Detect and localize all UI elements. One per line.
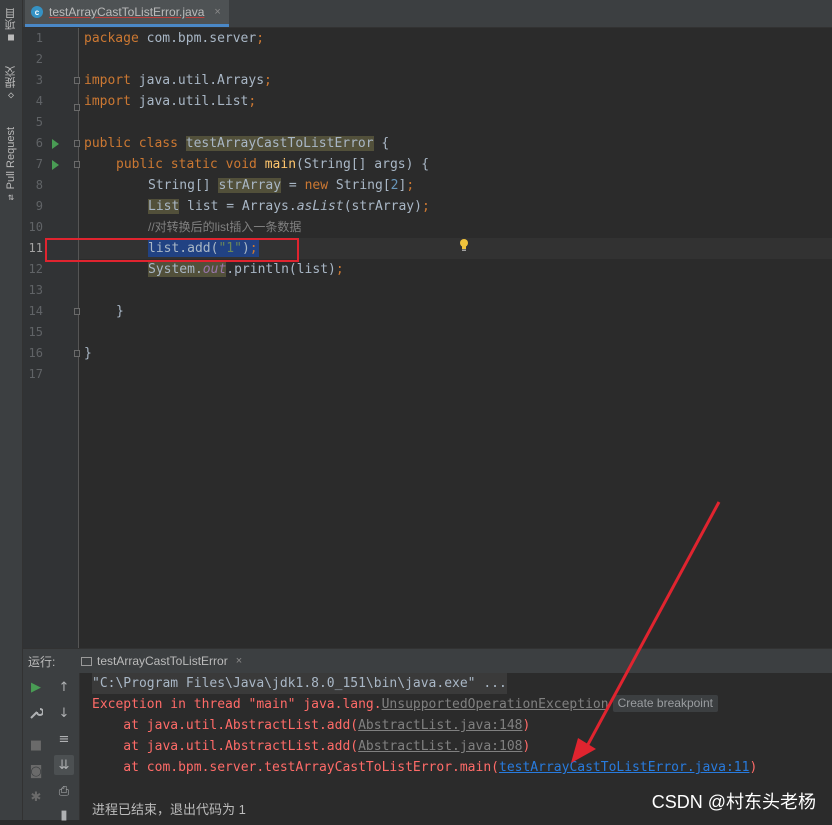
close-tab-icon[interactable]: × <box>214 6 220 18</box>
line-number: 9 <box>35 199 43 213</box>
line-number: 10 <box>28 220 43 234</box>
fold-icon[interactable] <box>74 161 80 168</box>
line-number: 2 <box>35 52 43 66</box>
debug-icon[interactable]: ✱ <box>26 787 46 807</box>
line-number: 4 <box>35 94 43 108</box>
run-class-icon[interactable] <box>52 139 59 149</box>
left-tool-strip: 项目 ■ 提交 ◇ Pull Request ⇅ <box>0 0 23 820</box>
commit-icon: ◇ <box>7 89 15 101</box>
console-trace-line: at java.util.AbstractList.add(AbstractLi… <box>92 718 531 733</box>
code-line-4: import java.util.List; <box>84 94 257 109</box>
print-icon[interactable]: ⎙ <box>54 781 74 801</box>
editor-tab[interactable]: c testArrayCastToListError.java × <box>25 0 229 27</box>
pull-request-tab-label: Pull Request <box>5 127 17 190</box>
code-line-16: } <box>84 346 92 361</box>
pull-request-icon: ⇅ <box>7 191 15 203</box>
code-line-14: } <box>116 304 124 319</box>
code-line-7: public static void main(String[] args) { <box>116 157 430 172</box>
line-number: 13 <box>28 283 43 297</box>
console-trace-line: at java.util.AbstractList.add(AbstractLi… <box>92 739 531 754</box>
trace-link[interactable]: AbstractList.java:108 <box>358 739 522 754</box>
console-exception-line: Exception in thread "main" java.lang.Uns… <box>92 694 718 715</box>
run-toolbar-primary: ▶ ■ ◙ ✱ <box>23 673 50 820</box>
line-number: 15 <box>28 325 43 339</box>
editor-tab-bar: c testArrayCastToListError.java × <box>23 0 832 28</box>
run-toolbar-secondary: ↑ ↓ ≡ ⇊ ⎙ ▮ <box>50 673 80 823</box>
line-number-current: 11 <box>28 241 43 255</box>
run-panel-header: 运行: testArrayCastToListError × <box>23 648 832 673</box>
watermark: CSDN @村东头老杨 <box>651 792 816 812</box>
console-icon <box>81 656 92 666</box>
editor-tab-title: testArrayCastToListError.java <box>49 5 205 19</box>
run-panel-label: 运行: <box>28 655 56 669</box>
line-number: 17 <box>28 367 43 381</box>
fold-icon[interactable] <box>74 140 80 147</box>
annotation-highlight-box <box>45 238 299 262</box>
line-number: 7 <box>35 157 43 171</box>
line-number: 8 <box>35 178 43 192</box>
line-number: 5 <box>35 115 43 129</box>
code-editor[interactable] <box>79 28 832 648</box>
project-tool-tab[interactable]: 项目 ■ <box>0 4 22 46</box>
close-run-tab-icon[interactable]: × <box>236 655 242 667</box>
down-arrow-icon[interactable]: ↓ <box>54 703 74 723</box>
line-number: 1 <box>35 31 43 45</box>
commit-tool-tab[interactable]: 提交 ◇ <box>0 62 22 104</box>
run-main-icon[interactable] <box>52 160 59 170</box>
code-line-1: package com.bpm.server; <box>84 31 265 46</box>
code-line-6: public class testArrayCastToListError { <box>84 136 390 151</box>
rerun-icon[interactable]: ▶ <box>26 677 46 697</box>
line-number: 16 <box>28 346 43 360</box>
camera-icon[interactable]: ◙ <box>26 761 46 781</box>
trace-link-source[interactable]: testArrayCastToListError.java:11 <box>499 760 749 775</box>
code-line-3: import java.util.Arrays; <box>84 73 272 88</box>
soft-wrap-icon[interactable]: ≡ <box>54 729 74 749</box>
fold-icon[interactable] <box>74 350 80 357</box>
stop-icon[interactable]: ■ <box>26 735 46 755</box>
commit-tab-label: 提交 <box>5 65 17 88</box>
console-trace-line: at com.bpm.server.testArrayCastToListErr… <box>92 760 758 775</box>
java-class-icon: c <box>31 6 43 18</box>
code-line-8: String[] strArray = new String[2]; <box>148 178 415 193</box>
code-line-12: System.out.println(list); <box>148 262 344 277</box>
pull-request-tool-tab[interactable]: Pull Request ⇅ <box>0 120 22 210</box>
fold-icon[interactable] <box>74 308 80 315</box>
exception-class-link[interactable]: UnsupportedOperationException <box>382 697 609 712</box>
up-arrow-icon[interactable]: ↑ <box>54 677 74 697</box>
line-number: 6 <box>35 136 43 150</box>
console-exit-message: 进程已结束，退出代码为 1 <box>92 802 246 817</box>
scroll-to-end-icon[interactable]: ⇊ <box>54 755 74 775</box>
folder-icon: ■ <box>7 31 15 43</box>
console-command-line: "C:\Program Files\Java\jdk1.8.0_151\bin\… <box>92 673 507 694</box>
lightbulb-icon[interactable] <box>458 238 470 252</box>
line-number: 12 <box>28 262 43 276</box>
run-config-tab[interactable]: testArrayCastToListError × <box>75 649 248 673</box>
trash-icon[interactable]: ▮ <box>54 805 74 825</box>
fold-icon[interactable] <box>74 77 80 84</box>
project-tab-label: 项目 <box>5 7 17 30</box>
line-number: 3 <box>35 73 43 87</box>
line-number: 14 <box>28 304 43 318</box>
code-line-10-comment: //对转换后的list插入一条数据 <box>148 220 302 234</box>
create-breakpoint-button[interactable]: Create breakpoint <box>612 695 718 712</box>
fold-icon[interactable] <box>74 104 80 111</box>
wrench-icon[interactable] <box>26 703 46 723</box>
trace-link[interactable]: AbstractList.java:148 <box>358 718 522 733</box>
run-tab-title: testArrayCastToListError <box>97 654 228 668</box>
code-line-9: List list = Arrays.asList(strArray); <box>148 199 430 214</box>
